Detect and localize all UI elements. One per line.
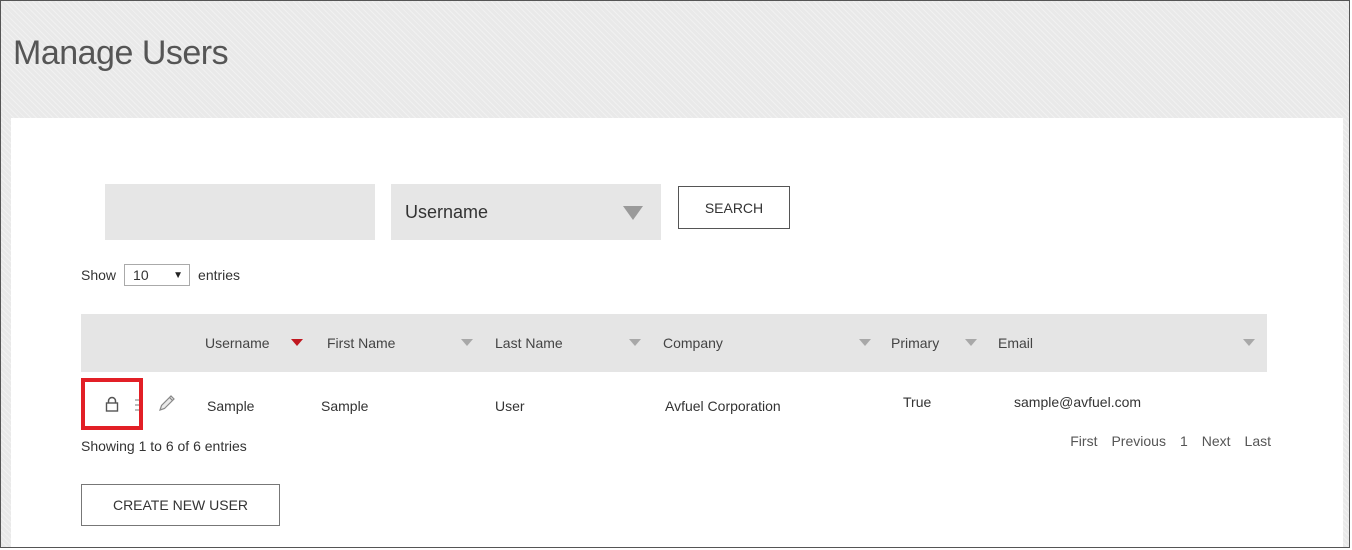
cell-company: Avfuel Corporation: [665, 398, 781, 414]
sort-icon: [461, 314, 475, 372]
sort-icon: [1243, 314, 1257, 372]
show-label: Show: [81, 267, 117, 283]
column-header-primary[interactable]: Primary: [891, 314, 939, 372]
entries-length-value: 10: [133, 267, 149, 283]
pagination-page[interactable]: 1: [1180, 433, 1188, 449]
pagination-last[interactable]: Last: [1245, 433, 1271, 449]
table-header: Username First Name Last Name Company Pr…: [81, 314, 1267, 372]
search-field-value: Username: [405, 201, 489, 222]
column-header-username[interactable]: Username: [205, 314, 270, 372]
cell-primary: True: [903, 394, 932, 410]
sort-icon: [629, 314, 643, 372]
column-header-email[interactable]: Email: [998, 314, 1033, 372]
sort-icon: [965, 314, 979, 372]
cell-first-name: Sample: [321, 398, 369, 414]
entries-length-control: Show 10 ▼ entries: [81, 264, 240, 286]
create-new-user-button[interactable]: CREATE NEW USER: [81, 484, 280, 526]
table-row: Sample Sample User Avfuel Corporation Tr…: [81, 388, 1267, 428]
pagination-first[interactable]: First: [1070, 433, 1097, 449]
cell-username: Sample: [207, 398, 255, 414]
lock-highlight-box: [81, 378, 143, 430]
manage-users-panel: Username SEARCH Show 10 ▼ entries Userna…: [11, 118, 1343, 547]
search-button[interactable]: SEARCH: [678, 186, 790, 229]
pagination-previous[interactable]: Previous: [1111, 433, 1165, 449]
entries-label: entries: [198, 267, 241, 283]
cell-email: sample@avfuel.com: [1014, 394, 1142, 410]
page-title: Manage Users: [13, 34, 229, 72]
dropdown-arrow-icon: [623, 206, 643, 220]
pagination: First Previous 1 Next Last: [1070, 433, 1271, 449]
sort-icon: [859, 314, 873, 372]
caret-down-icon: ▼: [173, 269, 184, 281]
column-header-first-name[interactable]: First Name: [327, 314, 395, 372]
search-input[interactable]: [105, 184, 375, 240]
table-info: Showing 1 to 6 of 6 entries: [81, 438, 247, 454]
entries-length-select[interactable]: 10 ▼: [124, 264, 191, 286]
pencil-icon[interactable]: [157, 393, 177, 416]
column-header-last-name[interactable]: Last Name: [495, 314, 563, 372]
app-frame: Manage Users Username SEARCH Show 10 ▼ e…: [0, 0, 1350, 548]
sort-desc-active-icon: [291, 314, 305, 372]
cell-last-name: User: [495, 398, 525, 414]
search-field-select[interactable]: Username: [391, 184, 661, 240]
column-header-company[interactable]: Company: [663, 314, 723, 372]
pagination-next[interactable]: Next: [1202, 433, 1231, 449]
